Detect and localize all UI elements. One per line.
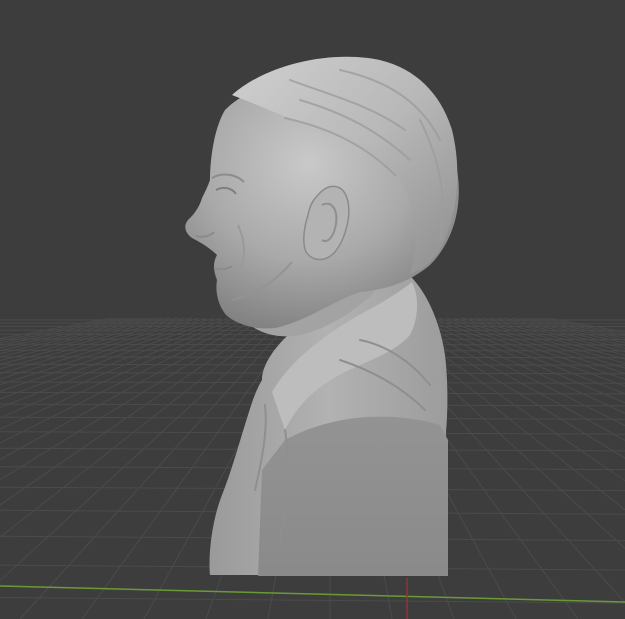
viewport-canvas[interactable] (0, 0, 625, 619)
3d-viewport[interactable] (0, 0, 625, 619)
